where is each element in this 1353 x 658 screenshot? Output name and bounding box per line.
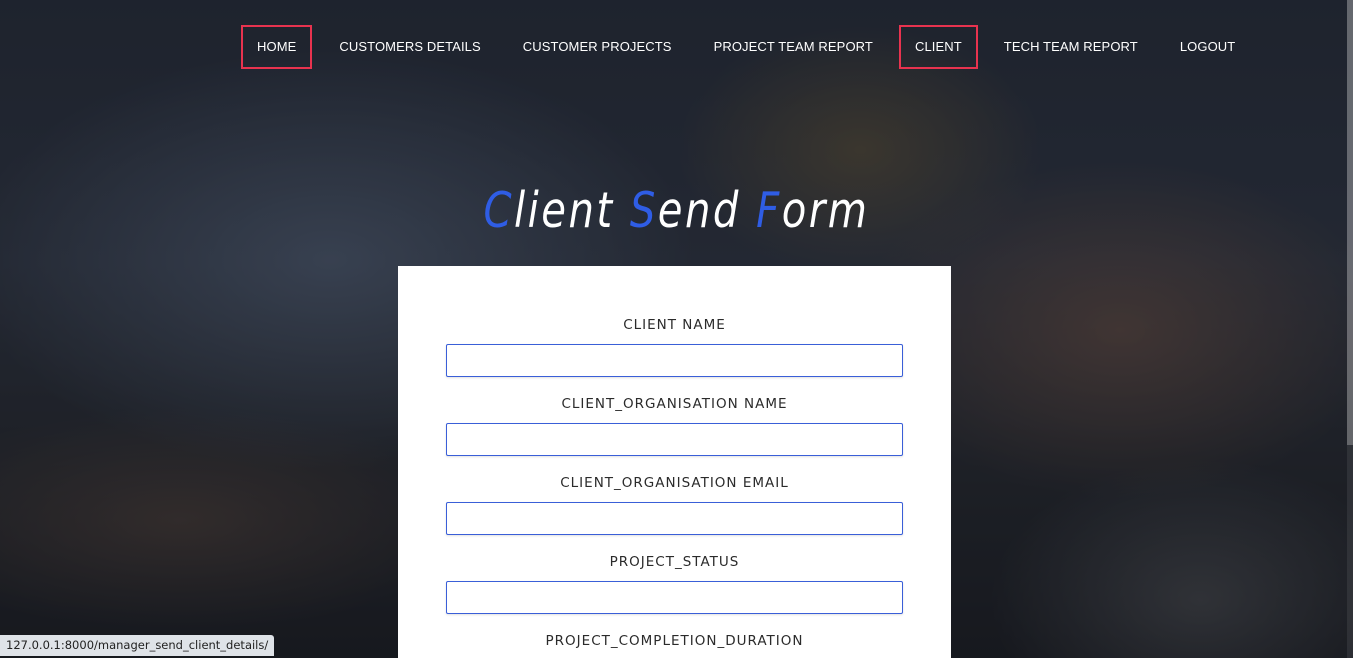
page-scrollbar[interactable] [1347, 0, 1353, 658]
client-organisation-email-label: CLIENT_ORGANISATION EMAIL [560, 475, 789, 491]
title-word-form: orm [781, 182, 870, 239]
title-initial-c: C [483, 182, 515, 239]
top-navigation: HOME CUSTOMERS DETAILS CUSTOMER PROJECTS… [241, 25, 1235, 69]
client-name-label: CLIENT NAME [623, 317, 726, 333]
scrollbar-thumb[interactable] [1347, 0, 1353, 445]
project-status-input[interactable] [446, 581, 903, 614]
nav-home[interactable]: HOME [241, 25, 313, 69]
project-status-label: PROJECT_STATUS [609, 554, 740, 570]
client-send-form: CLIENT NAME CLIENT_ORGANISATION NAME CLI… [398, 266, 951, 658]
nav-logout[interactable]: LOGOUT [1180, 25, 1236, 69]
browser-status-url: 127.0.0.1:8000/manager_send_client_detai… [0, 635, 275, 656]
title-initial-f: F [756, 182, 782, 239]
client-organisation-name-label: CLIENT_ORGANISATION NAME [561, 396, 788, 412]
title-initial-s: S [629, 182, 658, 239]
nav-project-team-report[interactable]: PROJECT TEAM REPORT [714, 25, 873, 69]
title-word-send: end [657, 182, 741, 239]
nav-customers-details[interactable]: CUSTOMERS DETAILS [339, 25, 480, 69]
nav-customer-projects[interactable]: CUSTOMER PROJECTS [523, 25, 672, 69]
title-word-client: lient [514, 182, 615, 239]
project-completion-duration-label: PROJECT_COMPLETION_DURATION [545, 633, 804, 649]
nav-tech-team-report[interactable]: TECH TEAM REPORT [1004, 25, 1138, 69]
client-name-input[interactable] [446, 344, 903, 377]
client-organisation-name-input[interactable] [446, 423, 903, 456]
nav-client[interactable]: CLIENT [898, 25, 978, 69]
page-title: Client Send Form [122, 182, 1231, 239]
client-organisation-email-input[interactable] [446, 502, 903, 535]
